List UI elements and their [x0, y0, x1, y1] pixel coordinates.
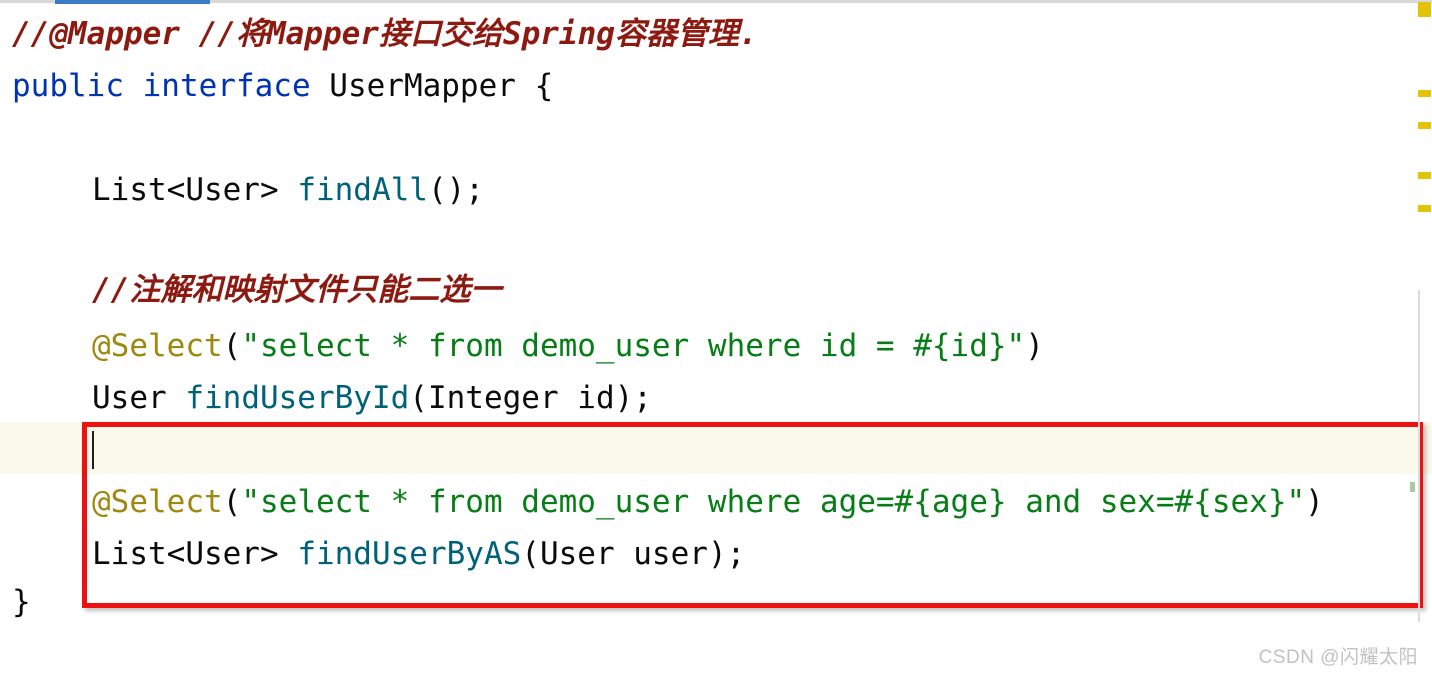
- gutter-warning-marker[interactable]: [1418, 122, 1431, 129]
- scrollbar-track[interactable]: [1418, 290, 1420, 622]
- code-line[interactable]: }: [12, 576, 31, 628]
- code-line[interactable]: //注解和映射文件只能二选一: [12, 264, 501, 316]
- code-line[interactable]: [12, 112, 31, 164]
- code-editor[interactable]: //@Mapper //将Mapper接口交给Spring容器管理. public…: [0, 0, 1432, 679]
- code-token: Integer id: [427, 380, 615, 416]
- code-token: ): [1025, 328, 1044, 364]
- code-token: @Select: [92, 484, 223, 520]
- gutter-warning-marker[interactable]: [1418, 2, 1431, 17]
- code-line[interactable]: @Select("select * from demo_user where i…: [12, 320, 1044, 372]
- code-token: UserMapper {: [310, 68, 554, 104]
- code-line[interactable]: [12, 424, 111, 476]
- gutter-warning-marker[interactable]: [1418, 90, 1431, 97]
- code-token: ();: [427, 172, 484, 208]
- code-token: User user: [539, 536, 708, 572]
- code-token: @Select: [92, 328, 223, 364]
- code-token: //注解和映射文件只能二选一: [92, 272, 502, 308]
- text-caret: [92, 431, 94, 469]
- code-token: (: [521, 536, 540, 572]
- code-lines[interactable]: //@Mapper //将Mapper接口交给Spring容器管理. public…: [0, 0, 1432, 679]
- code-line[interactable]: public interface UserMapper {: [12, 60, 553, 112]
- code-token: "select * from demo_user where age=#{age…: [241, 484, 1306, 520]
- code-line[interactable]: List<User> findUserByAS(User user);: [12, 528, 745, 580]
- scrollbar-gutter[interactable]: [1418, 0, 1432, 679]
- code-token: );: [707, 536, 746, 572]
- code-token: //@Mapper //将Mapper接口交给Spring容器管理.: [12, 16, 758, 52]
- code-token: User: [92, 380, 186, 416]
- code-line[interactable]: List<User> findAll();: [12, 164, 484, 216]
- code-token: List<User>: [92, 536, 298, 572]
- csdn-watermark: CSDN @闪耀太阳: [1258, 647, 1418, 668]
- code-token: findUserById: [185, 380, 410, 416]
- code-token: public interface: [12, 68, 311, 104]
- code-token: "select * from demo_user where id = #{id…: [241, 328, 1026, 364]
- code-token: (: [222, 328, 242, 364]
- code-line[interactable]: @Select("select * from demo_user where a…: [12, 476, 1324, 528]
- code-token: findAll: [297, 172, 428, 208]
- code-token: List<User>: [92, 172, 298, 208]
- code-line[interactable]: [12, 216, 111, 268]
- gutter-warning-marker[interactable]: [1418, 205, 1431, 212]
- code-token: (: [222, 484, 242, 520]
- code-token: findUserByAS: [297, 536, 522, 572]
- code-line[interactable]: //@Mapper //将Mapper接口交给Spring容器管理.: [12, 8, 758, 60]
- code-token: ): [1305, 484, 1324, 520]
- gutter-warning-marker[interactable]: [1418, 172, 1431, 179]
- code-token: );: [614, 380, 652, 416]
- code-token: }: [12, 584, 31, 620]
- code-line[interactable]: User findUserById(Integer id);: [12, 372, 652, 424]
- inspection-ok-marker: [1410, 482, 1415, 492]
- code-token: (: [409, 380, 428, 416]
